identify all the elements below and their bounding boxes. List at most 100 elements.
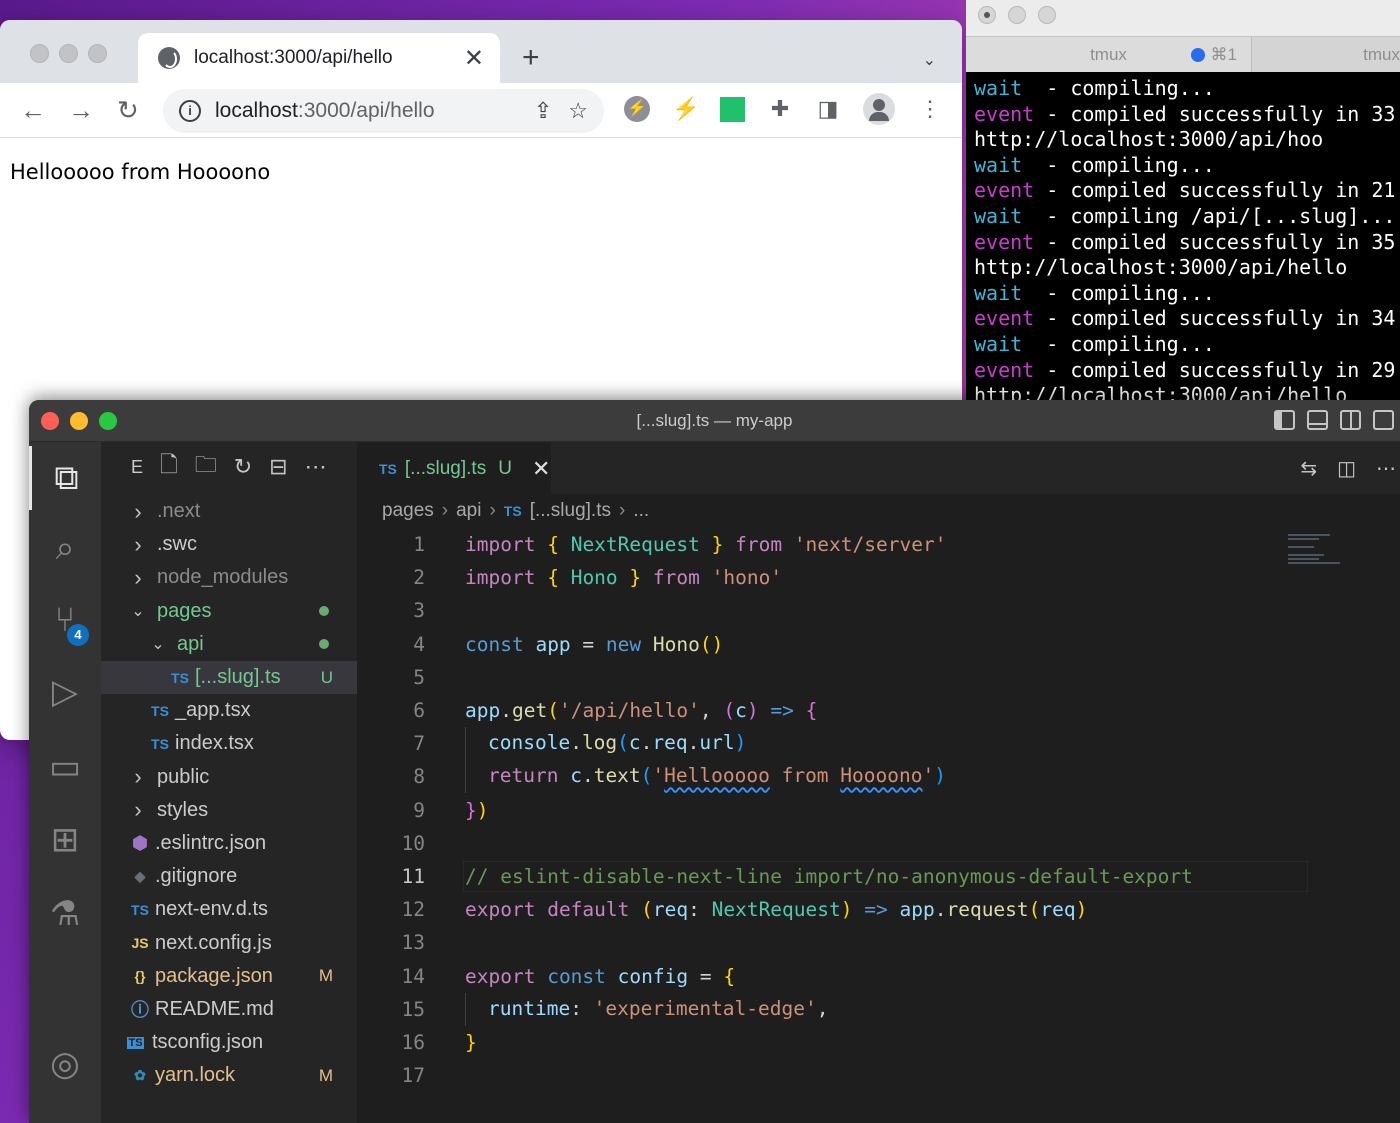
code-line[interactable]: 9}): [357, 794, 1400, 827]
tree-file[interactable]: ✿ yarn.lock M: [101, 1059, 357, 1092]
minimize-window-button[interactable]: [59, 44, 78, 63]
code-line[interactable]: 4 const app = new Hono(): [357, 628, 1400, 661]
code-line[interactable]: 13: [357, 926, 1400, 959]
kebab-menu-icon[interactable]: ⋮: [917, 96, 943, 122]
new-tab-button[interactable]: +: [522, 43, 540, 73]
close-window-button[interactable]: [30, 44, 49, 63]
log-text: - compiled successfully in 34: [1034, 306, 1396, 331]
maximize-window-button[interactable]: [1038, 6, 1056, 24]
code-line[interactable]: 6 app.get('/api/hello', (c) => {: [357, 694, 1400, 727]
tree-folder[interactable]: › .swc: [101, 528, 357, 561]
close-tab-icon[interactable]: ✕: [464, 44, 484, 73]
tree-file[interactable]: TS tsconfig.json: [101, 1026, 357, 1059]
side-panel-icon[interactable]: ◨: [815, 96, 841, 122]
close-tab-icon[interactable]: ✕: [532, 456, 550, 482]
new-folder-icon[interactable]: 🗀: [195, 448, 217, 486]
address-bar-url[interactable]: localhost:3000/api/hello: [215, 99, 534, 123]
tab-search-chevron-icon[interactable]: ⌄: [923, 50, 936, 70]
code-editor[interactable]: 1 import { NextRequest } from 'next/serve…: [357, 528, 1400, 1092]
tree-folder[interactable]: › styles: [101, 794, 357, 827]
more-actions-icon[interactable]: ⋯: [305, 454, 327, 480]
puzzle-extensions-icon[interactable]: ✚: [767, 96, 793, 122]
tree-folder[interactable]: › node_modules: [101, 561, 357, 594]
chevron-down-icon[interactable]: ⌄: [127, 601, 149, 621]
close-window-button[interactable]: [978, 6, 996, 24]
green-square-extension-icon[interactable]: [720, 96, 745, 122]
address-bar[interactable]: i localhost:3000/api/hello ⇪ ☆: [163, 89, 604, 133]
browser-tab[interactable]: localhost:3000/api/hello ✕: [138, 33, 500, 83]
new-file-icon[interactable]: 🗋: [160, 448, 178, 486]
accounts-icon[interactable]: ◎: [29, 1032, 101, 1096]
tree-file[interactable]: ⬢ .eslintrc.json: [101, 827, 357, 860]
chevron-down-icon[interactable]: ⌄: [147, 634, 169, 654]
remote-explorer-icon[interactable]: ▭: [29, 735, 101, 799]
tree-file[interactable]: {} package.json M: [101, 960, 357, 993]
reload-icon[interactable]: ↻: [117, 95, 139, 126]
code-line[interactable]: 1 import { NextRequest } from 'next/serve…: [357, 528, 1400, 561]
tree-file[interactable]: TS [...slug].ts U: [101, 660, 357, 695]
bookmark-star-icon[interactable]: ☆: [568, 98, 588, 124]
minimize-window-button[interactable]: [1008, 6, 1026, 24]
code-line[interactable]: 11 // eslint-disable-next-line import/no-…: [357, 860, 1400, 893]
tree-folder[interactable]: ⌄ pages: [101, 595, 357, 628]
explorer-icon[interactable]: ⧉: [29, 446, 101, 510]
customize-layout-icon[interactable]: [1373, 410, 1394, 430]
chevron-right-icon[interactable]: ›: [127, 797, 149, 823]
site-info-icon[interactable]: i: [179, 100, 201, 122]
code-line[interactable]: 17: [357, 1059, 1400, 1092]
code-line[interactable]: 15 runtime: 'experimental-edge',: [357, 992, 1400, 1026]
testing-flask-icon[interactable]: ⚗: [29, 882, 101, 946]
tree-file[interactable]: ⓘ README.md: [101, 993, 357, 1026]
terminal-tab-other[interactable]: tmux: [1252, 37, 1400, 72]
chevron-right-icon[interactable]: ›: [127, 764, 149, 790]
chevron-right-icon[interactable]: ›: [127, 499, 149, 525]
tree-folder[interactable]: ⌄ api: [101, 628, 357, 661]
tree-file[interactable]: JS next.config.js: [101, 926, 357, 959]
code-line[interactable]: 10: [357, 827, 1400, 860]
code-line[interactable]: 14 export const config = {: [357, 959, 1400, 992]
tree-folder[interactable]: › public: [101, 761, 357, 794]
lightning-extension-icon[interactable]: ⚡: [672, 96, 699, 122]
tree-folder[interactable]: › .next: [101, 495, 357, 528]
log-text: - compiled successfully in 35: [1034, 229, 1396, 254]
terminal-log-line: wait - compiling...: [974, 332, 1400, 358]
breadcrumb-item[interactable]: api: [456, 500, 481, 522]
chevron-right-icon[interactable]: ›: [127, 532, 149, 558]
forward-arrow-icon[interactable]: →: [68, 95, 94, 126]
toggle-panel-icon[interactable]: [1307, 410, 1328, 430]
code-line[interactable]: 3: [357, 594, 1400, 627]
tree-file[interactable]: TS next-env.d.ts: [101, 893, 357, 926]
collapse-all-icon[interactable]: ⊟: [269, 454, 287, 480]
maximize-window-button[interactable]: [88, 44, 107, 63]
breadcrumb-item[interactable]: pages: [382, 500, 434, 522]
code-line[interactable]: 5: [357, 661, 1400, 694]
refresh-icon[interactable]: ↻: [234, 454, 252, 480]
code-line[interactable]: 16}: [357, 1026, 1400, 1059]
tree-file[interactable]: ◆ .gitignore: [101, 860, 357, 893]
tree-item-label: tsconfig.json: [152, 1031, 264, 1054]
open-changes-icon[interactable]: ⇆: [1300, 456, 1317, 481]
code-line[interactable]: 7 console.log(c.req.url): [357, 727, 1400, 761]
code-line[interactable]: 2 import { Hono } from 'hono': [357, 561, 1400, 594]
code-line[interactable]: 8 return c.text('Hellooooo from Hoooono'): [357, 760, 1400, 794]
source-control-icon[interactable]: ⑂ 4: [29, 588, 101, 652]
run-debug-icon[interactable]: ▷: [29, 660, 101, 724]
extensions-icon[interactable]: ⊞: [29, 808, 101, 872]
tree-file[interactable]: TS index.tsx: [101, 727, 357, 760]
toggle-primary-sidebar-icon[interactable]: [1274, 410, 1295, 430]
breadcrumb-item[interactable]: ...: [633, 500, 649, 522]
split-editor-icon[interactable]: ◫: [1337, 456, 1356, 481]
code-line[interactable]: 12 export default (req: NextRequest) => a…: [357, 893, 1400, 926]
share-icon[interactable]: ⇪: [534, 98, 552, 124]
tree-file[interactable]: TS _app.tsx: [101, 694, 357, 727]
breadcrumb-item[interactable]: [...slug].ts: [530, 500, 611, 522]
back-arrow-icon[interactable]: ←: [20, 95, 46, 126]
chevron-right-icon[interactable]: ›: [127, 565, 149, 591]
terminal-tab-active[interactable]: tmux ⌘1: [966, 37, 1252, 72]
search-icon[interactable]: ⌕: [29, 516, 101, 580]
more-actions-icon[interactable]: ⋯: [1376, 456, 1396, 481]
profile-avatar-icon[interactable]: [863, 93, 895, 125]
editor-tab-active[interactable]: TS [...slug].ts U ✕: [357, 442, 551, 494]
lightning-circle-extension-icon[interactable]: ⚡: [624, 96, 650, 122]
toggle-secondary-sidebar-icon[interactable]: [1340, 410, 1361, 430]
